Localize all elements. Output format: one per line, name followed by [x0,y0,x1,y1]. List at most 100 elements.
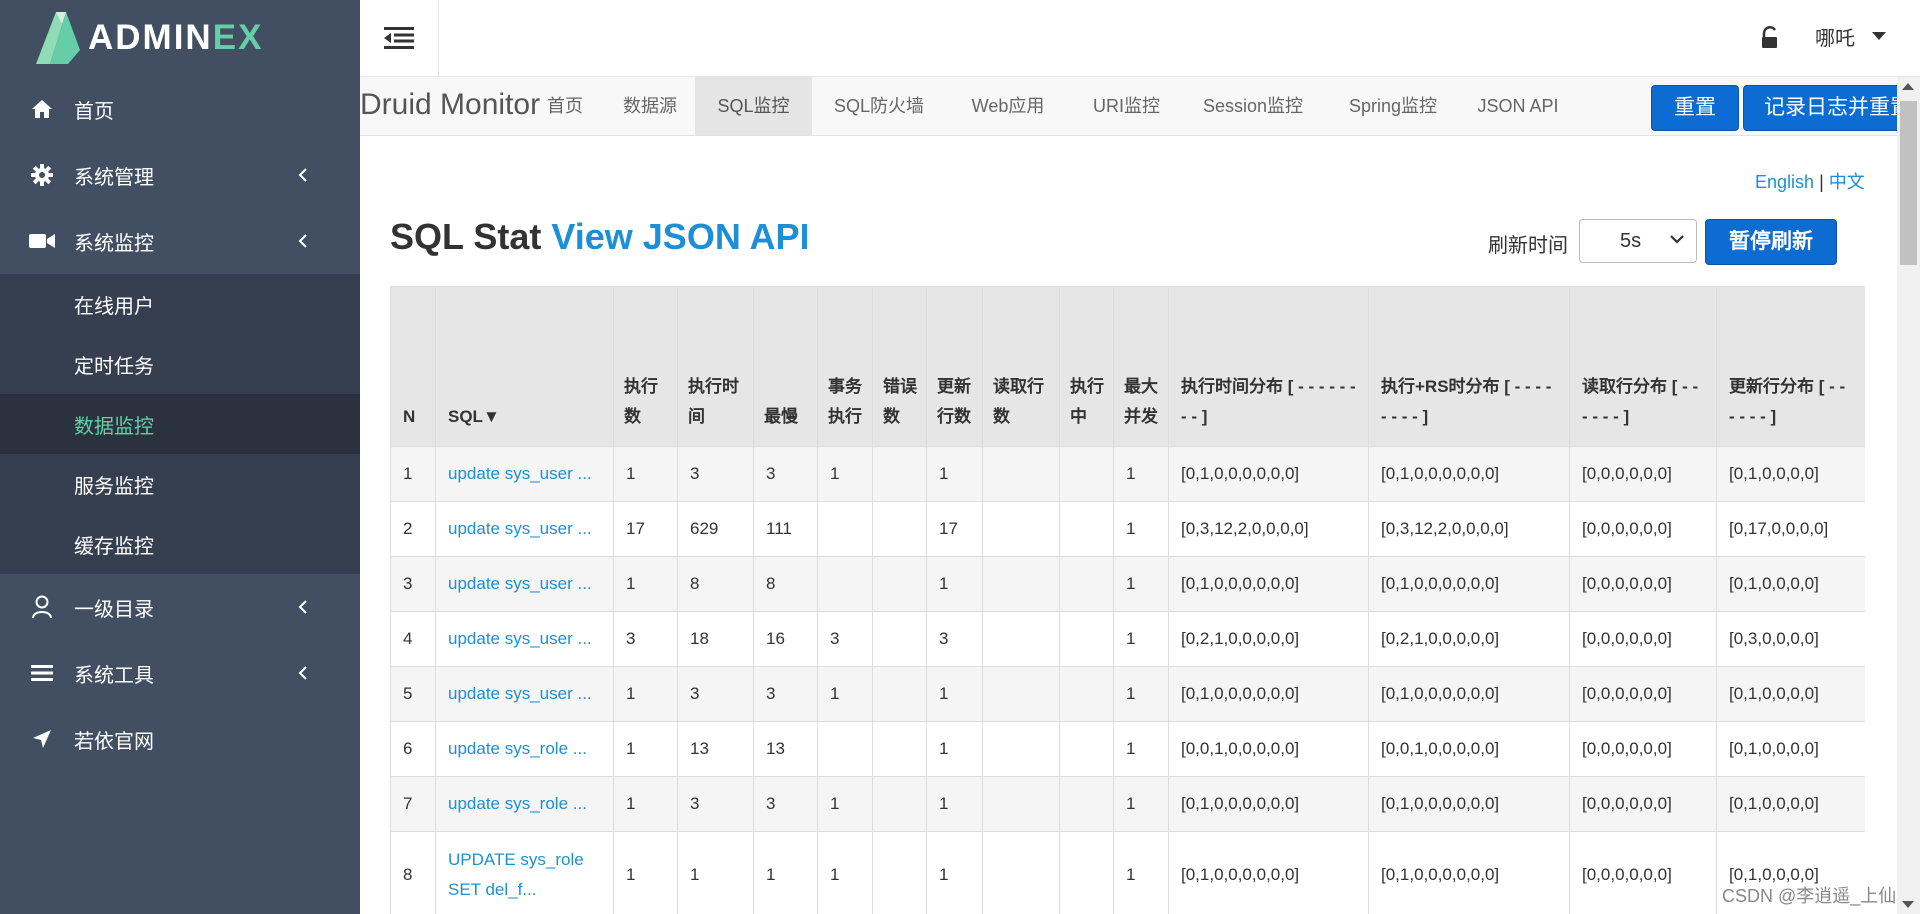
cell-exec-rs-histogram: [0,1,0,0,0,0,0,0] [1368,831,1570,914]
cell-exec-histogram: [0,0,1,0,0,0,0,0] [1168,721,1369,777]
cell-sql[interactable]: update sys_user ... [435,446,614,502]
lang-chinese-link[interactable]: 中文 [1829,172,1865,192]
cell-sql[interactable]: update sys_role ... [435,721,614,777]
location-arrow-icon [28,725,56,753]
sidebar-item-system-monitor[interactable]: 系统监控 [0,208,360,274]
cell-fetch-rows [982,556,1060,612]
cell-update-rows: 1 [926,446,983,502]
col-header-tx-exec[interactable]: 事务执行 [817,286,873,447]
log-and-reset-button[interactable]: 记录日志并重置 [1743,85,1920,131]
cell-fetch-row-histogram: [0,0,0,0,0,0] [1569,666,1717,722]
tab-session-monitor[interactable]: Session监控 [1183,77,1323,135]
col-header-exec-time[interactable]: 执行时间 [677,286,754,447]
tab-json-api[interactable]: JSON API [1463,77,1573,135]
reset-button[interactable]: 重置 [1651,85,1739,131]
cell-sql[interactable]: UPDATE sys_role SET del_f... [435,831,614,914]
tab-sql-monitor[interactable]: SQL监控 [695,77,812,135]
cell-tx-exec [817,501,873,557]
col-header-error-count[interactable]: 错误数 [872,286,927,447]
col-header-slowest[interactable]: 最慢 [753,286,818,447]
cell-exec-rs-histogram: [0,0,1,0,0,0,0,0] [1368,721,1570,777]
cell-exec-histogram: [0,1,0,0,0,0,0,0] [1168,831,1369,914]
sidebar-item-official-site[interactable]: 若依官网 [0,706,360,772]
cell-tx-exec [817,556,873,612]
col-header-exec-rs-histogram: 执行+RS时分布 [ - - - - - - - - ] [1368,286,1570,447]
cell-fetch-rows [982,666,1060,722]
tab-web-app[interactable]: Web应用 [946,77,1070,135]
bars-icon [28,659,56,687]
cell-update-rows: 3 [926,611,983,667]
sidebar-item-system-tools[interactable]: 系统工具 [0,640,360,706]
sidebar-item-system-management[interactable]: 系统管理 [0,142,360,208]
cell-update-row-histogram: [0,3,0,0,0,0] [1716,611,1865,667]
cell-max-concurrent: 1 [1113,666,1169,722]
cell-sql[interactable]: update sys_user ... [435,556,614,612]
col-header-fetch-rows[interactable]: 读取行数 [982,286,1060,447]
cell-sql[interactable]: update sys_role ... [435,776,614,832]
cell-sql[interactable]: update sys_user ... [435,501,614,557]
cell-sql[interactable]: update sys_user ... [435,611,614,667]
col-header-exec-histogram: 执行时间分布 [ - - - - - - - - ] [1168,286,1369,447]
sidebar-item-label: 首页 [74,100,114,123]
druid-brand[interactable]: Druid Monitor [360,88,540,122]
col-header-running[interactable]: 执行中 [1059,286,1114,447]
cell-n: 7 [390,776,436,832]
cell-exec-count: 1 [613,831,678,914]
cell-update-row-histogram: [0,1,0,0,0,0] [1716,776,1865,832]
view-json-api-link[interactable]: View JSON API [551,216,809,257]
sql-stat-table-container: N SQL▼ 执行数 执行时间 最慢 事务执行 错误数 更新行数 读取行数 执行… [390,286,1865,914]
tab-sql-firewall[interactable]: SQL防火墙 [812,77,946,135]
cell-n: 1 [390,446,436,502]
page-scrollbar[interactable] [1897,77,1920,914]
cell-sql[interactable]: update sys_user ... [435,666,614,722]
cell-update-rows: 1 [926,831,983,914]
cell-exec-histogram: [0,1,0,0,0,0,0,0] [1168,446,1369,502]
sidebar-subitem-scheduled-tasks[interactable]: 定时任务 [0,334,360,394]
user-menu[interactable]: 哪吒 [1815,22,1855,51]
watermark: CSDN @李逍遥_上仙 [1722,886,1897,906]
cell-exec-count: 17 [613,501,678,557]
cell-exec-count: 1 [613,721,678,777]
cell-fetch-rows [982,501,1060,557]
user-icon [28,593,56,621]
cell-slowest: 1 [753,831,818,914]
page-title-text: SQL Stat [390,216,542,257]
cell-error-count [872,446,927,502]
scroll-down-icon[interactable] [1902,901,1914,908]
lang-english-link[interactable]: English [1755,172,1814,192]
sidebar-toggle-button[interactable] [360,0,439,76]
table-row: 4 update sys_user ... 3 18 16 3 3 1 [0,2,1,0,0,0… [390,611,1865,667]
tab-uri-monitor[interactable]: URI监控 [1070,77,1183,135]
col-header-sql[interactable]: SQL▼ [435,286,614,447]
cell-running [1059,446,1114,502]
cell-exec-rs-histogram: [0,1,0,0,0,0,0,0] [1368,776,1570,832]
sidebar-item-level-one-directory[interactable]: 一级目录 [0,574,360,640]
col-header-exec-count[interactable]: 执行数 [613,286,678,447]
sidebar-subitem-cache-monitor[interactable]: 缓存监控 [0,514,360,574]
col-header-n[interactable]: N [390,286,436,447]
sidebar-subitem-service-monitor[interactable]: 服务监控 [0,454,360,514]
chevron-left-icon [298,168,307,182]
cell-exec-time: 629 [677,501,754,557]
caret-down-icon[interactable] [1872,32,1886,40]
tab-spring-monitor[interactable]: Spring监控 [1323,77,1463,135]
chevron-left-icon [298,234,307,248]
refresh-interval-select[interactable]: 5s [1579,219,1697,263]
tab-home[interactable]: 首页 [525,77,605,135]
lock-icon[interactable] [1760,26,1780,50]
pause-refresh-button[interactable]: 暂停刷新 [1705,219,1837,265]
scroll-up-icon[interactable] [1902,83,1914,90]
cell-running [1059,611,1114,667]
sidebar-subitem-data-monitor[interactable]: 数据监控 [0,394,360,454]
cell-exec-time: 3 [677,776,754,832]
sidebar-subitem-online-users[interactable]: 在线用户 [0,274,360,334]
sidebar-item-home[interactable]: 首页 [0,76,360,142]
scrollbar-thumb[interactable] [1900,101,1917,265]
cell-n: 6 [390,721,436,777]
col-header-update-rows[interactable]: 更新行数 [926,286,983,447]
cell-running [1059,776,1114,832]
tab-datasource[interactable]: 数据源 [605,77,695,135]
logo[interactable]: ADMINEX [0,0,360,76]
col-header-max-concurrent[interactable]: 最大并发 [1113,286,1169,447]
cell-slowest: 3 [753,446,818,502]
